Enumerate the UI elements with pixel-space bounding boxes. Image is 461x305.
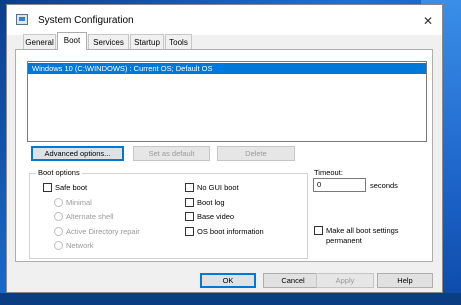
network-label: Network — [66, 241, 94, 250]
set-as-default-button[interactable]: Set as default — [133, 146, 210, 161]
help-button[interactable]: Help — [377, 273, 433, 288]
os-list[interactable]: Windows 10 (C:\WINDOWS) : Current OS; De… — [27, 61, 427, 142]
advanced-options-button[interactable]: Advanced options... — [31, 146, 124, 161]
timeout-input[interactable]: 0 — [313, 178, 366, 192]
os-list-item-selected[interactable]: Windows 10 (C:\WINDOWS) : Current OS; De… — [28, 63, 426, 74]
boot-options-label: Boot options — [36, 168, 82, 177]
safe-boot-label: Safe boot — [55, 183, 88, 192]
network-radio[interactable] — [54, 241, 63, 250]
tab-general[interactable]: General — [23, 34, 56, 49]
tab-boot[interactable]: Boot — [57, 32, 87, 50]
no-gui-boot-option[interactable]: No GUI boot — [185, 183, 239, 194]
os-boot-info-option[interactable]: OS boot information — [185, 227, 264, 238]
network-option[interactable]: Network — [54, 241, 94, 252]
make-permanent-label-line2: permanent — [326, 236, 362, 245]
boot-log-checkbox[interactable] — [185, 198, 194, 207]
tab-startup[interactable]: Startup — [130, 34, 164, 49]
os-boot-info-checkbox[interactable] — [185, 227, 194, 236]
window-title: System Configuration — [38, 15, 134, 26]
alternate-shell-option[interactable]: Alternate shell — [54, 212, 114, 223]
make-permanent-checkbox[interactable] — [314, 226, 323, 235]
tab-services[interactable]: Services — [88, 34, 129, 49]
minimal-label: Minimal — [66, 198, 92, 207]
delete-button[interactable]: Delete — [217, 146, 295, 161]
cancel-button[interactable]: Cancel — [263, 273, 323, 288]
ad-repair-label: Active Directory repair — [66, 227, 140, 236]
ad-repair-radio[interactable] — [54, 227, 63, 236]
ad-repair-option[interactable]: Active Directory repair — [54, 227, 140, 238]
timeout-label: Timeout: — [314, 168, 343, 177]
minimal-radio[interactable] — [54, 198, 63, 207]
alternate-shell-label: Alternate shell — [66, 212, 114, 221]
tab-tools[interactable]: Tools — [165, 34, 192, 49]
make-permanent-label-line1: Make all boot settings — [326, 226, 399, 235]
base-video-option[interactable]: Base video — [185, 212, 234, 223]
ok-button[interactable]: OK — [200, 273, 256, 288]
os-boot-info-label: OS boot information — [197, 227, 264, 236]
msconfig-app-icon — [16, 14, 28, 25]
no-gui-boot-label: No GUI boot — [197, 183, 239, 192]
title-bar[interactable]: System Configuration ✕ — [7, 5, 442, 35]
safe-boot-option[interactable]: Safe boot — [43, 183, 87, 194]
apply-button[interactable]: Apply — [316, 273, 374, 288]
minimal-option[interactable]: Minimal — [54, 198, 92, 209]
timeout-unit-label: seconds — [370, 181, 398, 190]
taskbar-edge — [0, 293, 461, 305]
base-video-label: Base video — [197, 212, 235, 221]
safe-boot-checkbox[interactable] — [43, 183, 52, 192]
alternate-shell-radio[interactable] — [54, 212, 63, 221]
close-icon[interactable]: ✕ — [417, 13, 439, 29]
boot-log-label: Boot log — [197, 198, 225, 207]
base-video-checkbox[interactable] — [185, 212, 194, 221]
boot-log-option[interactable]: Boot log — [185, 198, 225, 209]
no-gui-boot-checkbox[interactable] — [185, 183, 194, 192]
